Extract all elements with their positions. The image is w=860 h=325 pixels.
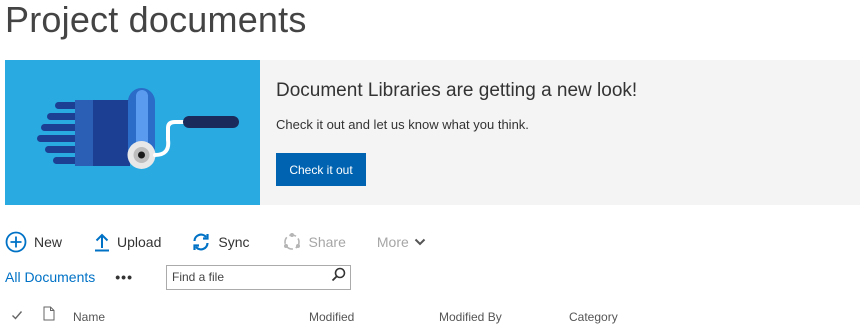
check-it-out-button[interactable]: Check it out xyxy=(276,153,366,186)
upload-arrow-icon xyxy=(94,232,110,252)
banner-title: Document Libraries are getting a new loo… xyxy=(276,80,638,101)
find-file-search-box xyxy=(165,264,351,290)
checkmark-icon[interactable] xyxy=(11,309,23,324)
share-button[interactable]: Share xyxy=(282,232,346,252)
chevron-down-icon xyxy=(414,237,426,247)
column-header-row: Name Modified Modified By Category xyxy=(0,306,860,325)
all-documents-view[interactable]: All Documents xyxy=(5,269,95,285)
view-bar: All Documents ••• xyxy=(5,264,351,290)
column-header-modified[interactable]: Modified xyxy=(309,310,354,324)
upload-label: Upload xyxy=(117,234,162,250)
new-look-banner: Document Libraries are getting a new loo… xyxy=(5,60,860,205)
new-button[interactable]: New xyxy=(5,231,62,253)
page-title: Project documents xyxy=(5,0,307,40)
column-header-modified-by[interactable]: Modified By xyxy=(439,310,502,324)
new-label: New xyxy=(34,234,63,250)
search-icon[interactable] xyxy=(331,267,346,287)
sync-button[interactable]: Sync xyxy=(191,232,250,252)
column-header-name[interactable]: Name xyxy=(73,310,105,324)
column-header-category[interactable]: Category xyxy=(569,310,618,324)
plus-circle-icon xyxy=(5,231,27,253)
view-options-ellipsis[interactable]: ••• xyxy=(115,269,133,285)
paint-roller-illustration xyxy=(5,60,260,205)
banner-description: Check it out and let us know what you th… xyxy=(276,117,529,132)
share-icon xyxy=(282,232,302,252)
more-label: More xyxy=(376,234,409,250)
sync-icon xyxy=(191,232,211,252)
document-icon xyxy=(43,306,55,324)
upload-button[interactable]: Upload xyxy=(94,232,161,252)
share-label: Share xyxy=(308,234,346,250)
more-button[interactable]: More xyxy=(377,234,426,250)
find-file-input[interactable] xyxy=(171,270,322,284)
paint-roller-icon xyxy=(37,88,239,169)
command-bar: New Upload Sync Share More xyxy=(5,228,426,256)
sync-label: Sync xyxy=(218,234,250,250)
